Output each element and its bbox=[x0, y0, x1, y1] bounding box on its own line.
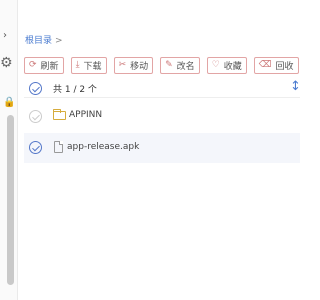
item-name[interactable]: APPINN bbox=[69, 110, 102, 120]
trash-icon: ⌫ bbox=[258, 60, 272, 70]
refresh-label: 刷新 bbox=[40, 62, 59, 72]
item-name[interactable]: app-release.apk bbox=[67, 142, 139, 152]
list-header: 共 1 / 2 个 ↕ bbox=[24, 79, 301, 98]
favorite-label: 收藏 bbox=[223, 62, 242, 72]
lock-icon: 🔒 bbox=[3, 97, 16, 108]
folder-icon bbox=[53, 109, 66, 120]
item-count: 共 1 / 2 个 bbox=[53, 85, 97, 95]
refresh-button[interactable]: ⟳ 刷新 bbox=[24, 57, 64, 74]
left-sidebar: › ⚙ 🔒 bbox=[0, 0, 18, 300]
gear-icon[interactable]: ⚙ bbox=[0, 56, 13, 70]
row-checkbox[interactable] bbox=[29, 110, 42, 123]
move-label: 移动 bbox=[130, 62, 149, 72]
download-label: 下载 bbox=[83, 62, 102, 72]
move-button[interactable]: ✂ 移动 bbox=[113, 57, 154, 74]
download-icon: ⤓ bbox=[75, 60, 80, 70]
toolbar: ⟳ 刷新 ⤓ 下载 ✂ 移动 ✎ 改名 ♡ 收藏 ⌫ 回收 bbox=[24, 57, 306, 74]
breadcrumb-root[interactable]: 根目录 bbox=[25, 36, 52, 46]
breadcrumb: 根目录 > bbox=[25, 33, 63, 46]
refresh-icon: ⟳ bbox=[29, 60, 37, 70]
rename-button[interactable]: ✎ 改名 bbox=[160, 57, 200, 74]
download-button[interactable]: ⤓ 下载 bbox=[70, 57, 107, 74]
list-item[interactable]: app-release.apk bbox=[24, 133, 300, 163]
select-all-checkbox[interactable] bbox=[29, 82, 42, 95]
recycle-button[interactable]: ⌫ 回收 bbox=[253, 57, 299, 74]
favorite-button[interactable]: ♡ 收藏 bbox=[206, 57, 247, 74]
edit-icon: ✎ bbox=[165, 60, 173, 70]
favorite-icon: ♡ bbox=[211, 60, 220, 70]
row-checkbox[interactable] bbox=[29, 141, 42, 154]
sort-icon[interactable]: ↕ bbox=[290, 79, 301, 94]
sidebar-scrollbar[interactable] bbox=[7, 115, 14, 285]
chevron-right-icon[interactable]: › bbox=[3, 30, 7, 41]
rename-label: 改名 bbox=[176, 62, 195, 72]
file-icon bbox=[54, 141, 63, 153]
breadcrumb-separator: > bbox=[55, 36, 63, 46]
recycle-label: 回收 bbox=[275, 62, 294, 72]
list-item[interactable]: APPINN bbox=[24, 101, 300, 131]
scissors-icon: ✂ bbox=[118, 60, 127, 70]
